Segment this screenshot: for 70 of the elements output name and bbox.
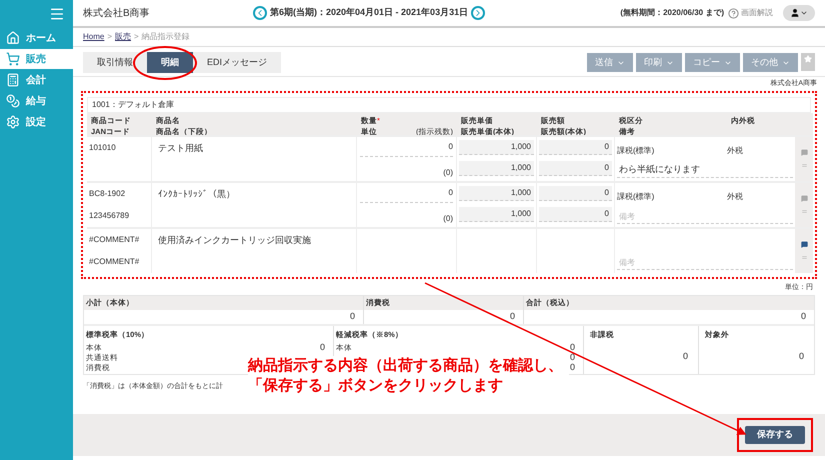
tab[interactable]: EDIメッセージ <box>193 52 282 73</box>
save-button[interactable]: 保存する <box>745 426 805 444</box>
memo-field[interactable]: 備考 <box>617 209 793 224</box>
amount-field: 0 <box>539 207 612 222</box>
memo-field[interactable]: 備考 <box>617 255 793 270</box>
user-menu[interactable] <box>783 5 815 21</box>
remaining-quantity: (0) <box>443 167 453 179</box>
tab[interactable]: 取引情報 <box>83 52 147 73</box>
cart-icon <box>6 52 20 66</box>
tax-class: 課税(標準) <box>617 191 656 203</box>
breakdown-value: 0 <box>320 341 326 354</box>
help-link[interactable]: 画面解説 <box>741 7 773 19</box>
next-icon[interactable] <box>471 6 486 20</box>
home-icon <box>6 31 20 45</box>
tax-type: 外税 <box>727 191 743 203</box>
breakdown-value: 0 <box>570 341 576 354</box>
help-icon[interactable] <box>728 8 739 18</box>
jan-code: #COMMENT# <box>89 256 140 268</box>
star-icon <box>804 55 812 63</box>
menu-icon[interactable] <box>49 6 65 22</box>
total-value: 0 <box>510 310 515 324</box>
callout-text: 納品指示する内容（出荷する商品）を確認し、 「保存する」ボタンをクリックします <box>248 356 569 396</box>
company-name: 株式会社B商事 <box>83 6 151 20</box>
product-code: 101010 <box>89 142 117 154</box>
bookmark-button[interactable] <box>801 53 815 71</box>
remaining-quantity: (0) <box>443 213 453 225</box>
product-code: BC8-1902 <box>89 188 126 200</box>
price-field[interactable]: 1,000 <box>459 161 534 176</box>
quantity-field[interactable]: 0 <box>360 137 453 157</box>
menu-lines-icon[interactable] <box>800 254 808 261</box>
jan-code: 123456789 <box>89 210 130 222</box>
product-name: ｲﾝｸｶｰﾄﾘｯｼﾞ（黒） <box>158 189 235 199</box>
amount-field: 0 <box>539 161 612 176</box>
breadcrumb-link[interactable]: Home <box>83 31 104 43</box>
comment-icon[interactable] <box>800 241 808 248</box>
breadcrumb-current: 納品指示登録 <box>142 31 190 43</box>
product-code: #COMMENT# <box>89 234 140 246</box>
product-name: 使用済みインクカートリッジ回収実施 <box>158 235 311 245</box>
breakdown-value: 0 <box>570 351 576 364</box>
product-name: テスト用紙 <box>158 143 203 153</box>
breadcrumb-separator: > <box>134 31 139 43</box>
highlight-circle <box>133 46 197 80</box>
tax-type: 外税 <box>727 145 743 157</box>
tab[interactable]: 明細 <box>147 52 193 73</box>
price-field[interactable]: 1,000 <box>459 186 534 201</box>
trial-period: (無料期間：2020/06/30 まで) <box>620 7 724 19</box>
menu-lines-icon[interactable] <box>800 162 808 169</box>
tax-category-value: 0 <box>682 350 688 364</box>
breadcrumb-link[interactable]: 販売 <box>115 31 132 43</box>
tax-class: 課税(標準) <box>617 145 656 157</box>
settings-icon <box>6 115 20 129</box>
tax-category-value: 0 <box>798 350 804 364</box>
memo-field[interactable]: わら半紙になります <box>617 163 793 178</box>
menu-lines-icon[interactable] <box>800 208 808 215</box>
fiscal-period: 第6期(当期)：2020年04月01日 - 2021年03月31日 <box>270 6 468 20</box>
breadcrumb-separator: > <box>107 31 112 43</box>
total-value: 0 <box>800 310 806 324</box>
total-value: 0 <box>350 310 355 324</box>
user-icon <box>790 8 800 18</box>
caret-icon <box>800 9 808 17</box>
price-field[interactable]: 1,000 <box>459 140 534 155</box>
breakdown-value: 0 <box>570 361 576 374</box>
price-field[interactable]: 1,000 <box>459 207 534 222</box>
amount-field: 0 <box>539 140 612 155</box>
previous-icon[interactable] <box>253 6 267 20</box>
warehouse-label: 1001：デフォルト倉庫 <box>92 99 174 111</box>
amount-field: 0 <box>539 186 612 201</box>
coins-icon <box>6 94 20 108</box>
quantity-field[interactable]: 0 <box>360 183 453 203</box>
calculator-icon <box>6 73 20 87</box>
